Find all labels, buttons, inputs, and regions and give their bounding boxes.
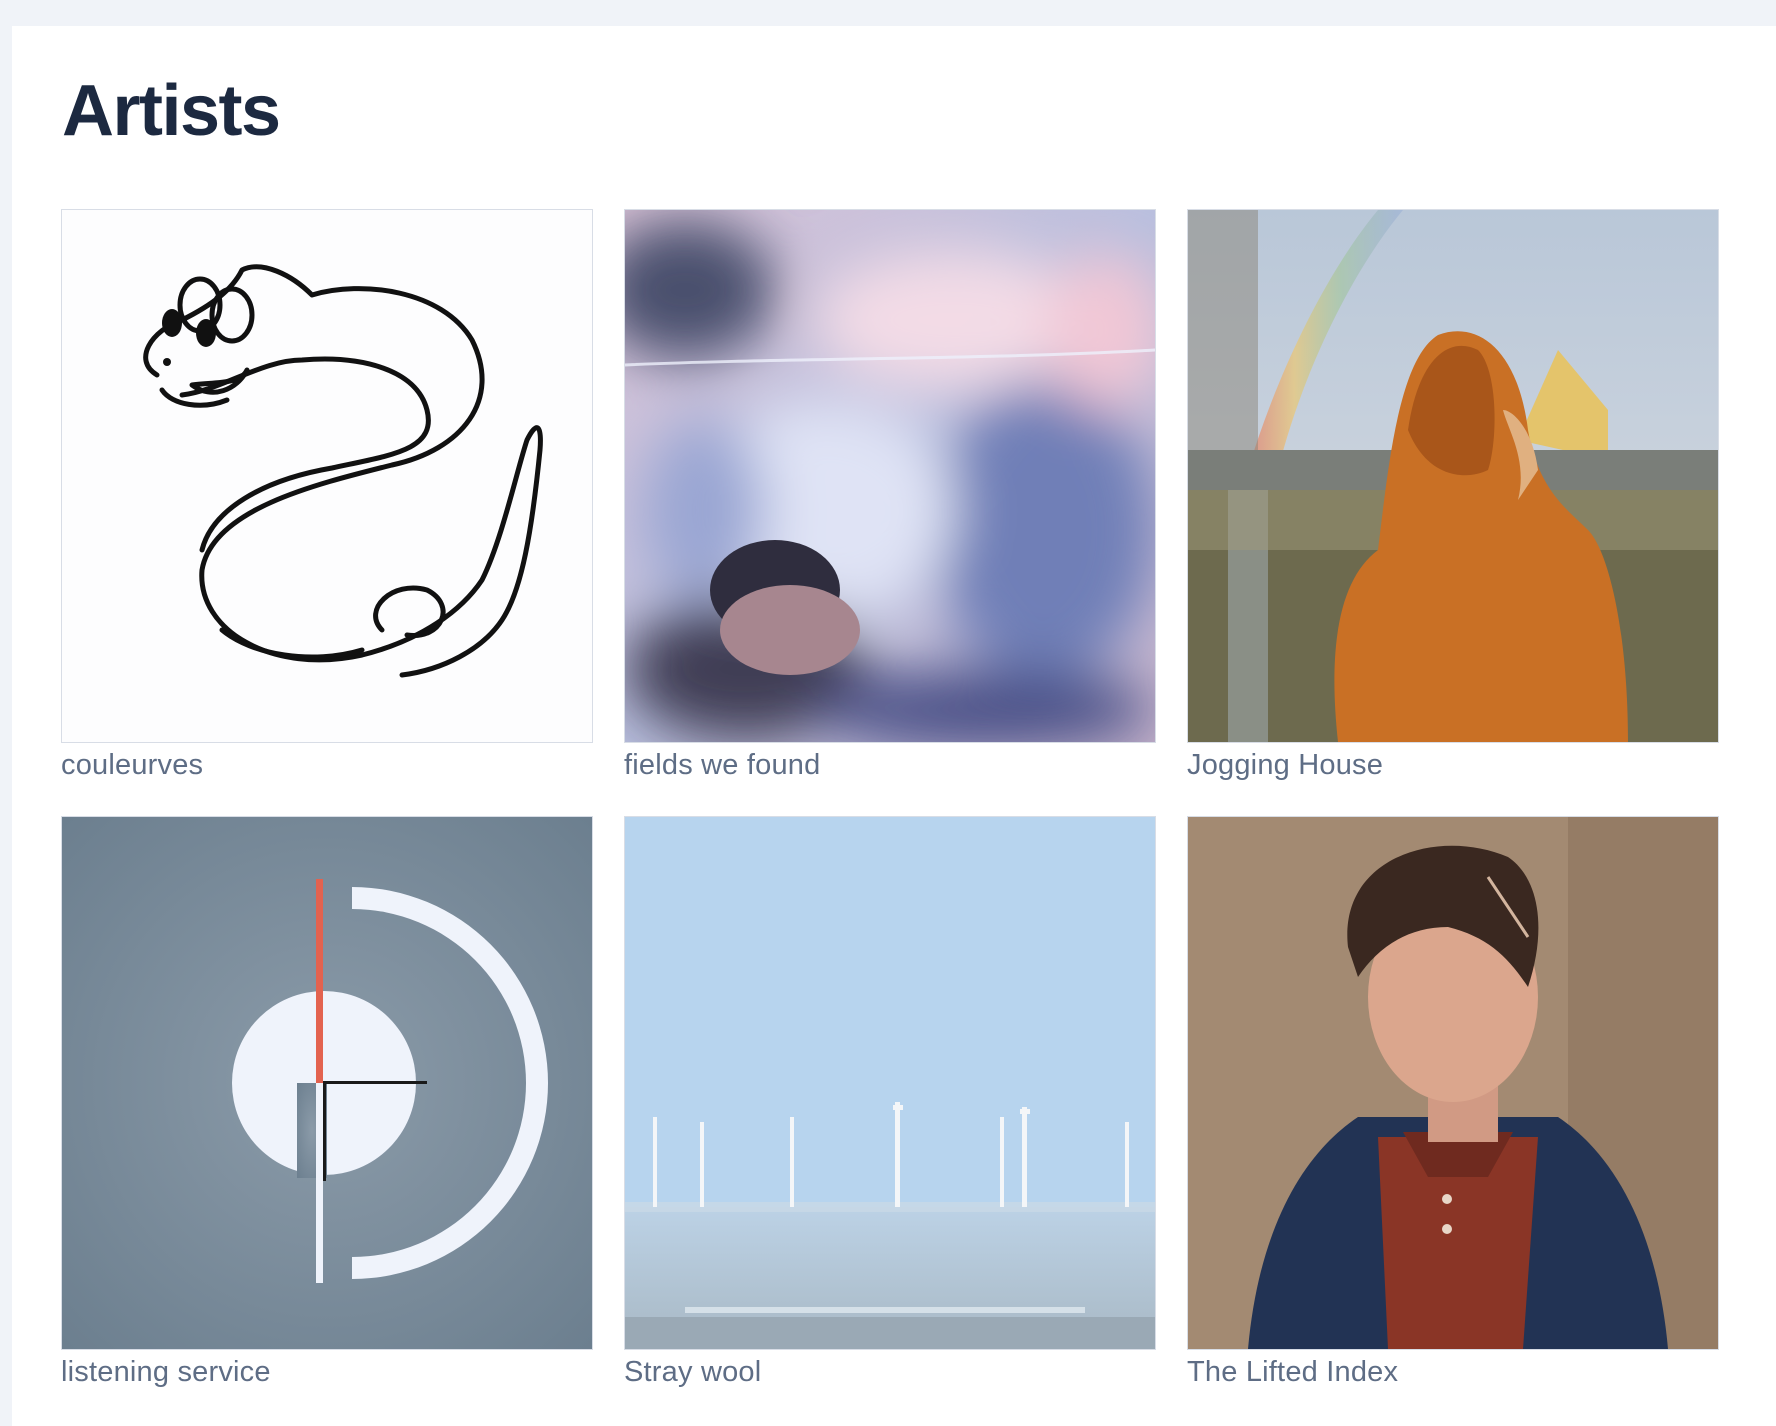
artist-image-the-lifted-index[interactable] — [1187, 816, 1719, 1350]
artist-card-jogging-house[interactable]: Jogging House — [1187, 209, 1719, 782]
artist-name[interactable]: listening service — [61, 1356, 593, 1389]
hooded-person-rainbow-photo — [1188, 210, 1718, 742]
artist-image-stray-wool[interactable] — [624, 816, 1156, 1350]
abstract-circle-logo — [62, 817, 592, 1349]
artist-card-couleurves[interactable]: couleurves — [61, 209, 593, 782]
artist-name[interactable]: fields we found — [624, 749, 1156, 782]
artist-name[interactable]: Stray wool — [624, 1356, 1156, 1389]
artist-image-couleurves[interactable] — [61, 209, 593, 743]
artist-name[interactable]: The Lifted Index — [1187, 1356, 1719, 1389]
snake-drawing-icon — [62, 210, 592, 742]
artist-image-listening-service[interactable] — [61, 816, 593, 1350]
artist-card-stray-wool[interactable]: Stray wool — [624, 816, 1156, 1389]
artist-name[interactable]: Jogging House — [1187, 749, 1719, 782]
artist-card-listening-service[interactable]: listening service — [61, 816, 593, 1389]
artist-image-fields-we-found[interactable] — [624, 209, 1156, 743]
artist-card-fields-we-found[interactable]: fields we found — [624, 209, 1156, 782]
artist-image-jogging-house[interactable] — [1187, 209, 1719, 743]
artist-name[interactable]: couleurves — [61, 749, 593, 782]
page-title: Artists — [62, 71, 281, 151]
blurred-flower-photo — [625, 210, 1155, 742]
man-portrait-photo — [1188, 817, 1718, 1349]
artist-card-the-lifted-index[interactable]: The Lifted Index — [1187, 816, 1719, 1389]
wind-turbines-sea-photo — [625, 817, 1155, 1349]
artists-panel: Artists couleurves fields we found Joggi… — [12, 26, 1776, 1426]
